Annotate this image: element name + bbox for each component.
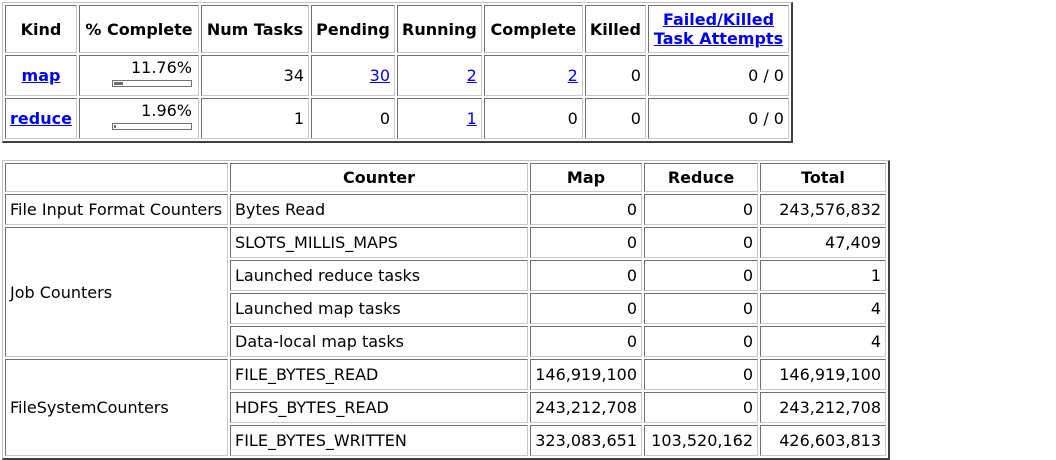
counters-table: Counter Map Reduce Total File Input Form… [2,160,890,460]
header-counter: Counter [230,163,528,192]
complete-link[interactable]: 2 [568,66,578,85]
pct-complete-text: 1.96% [141,101,192,120]
pending-cell: 30 [311,55,395,96]
counter-map-value: 146,919,100 [530,359,642,390]
counter-map-value: 323,083,651 [530,425,642,456]
pct-complete-text: 11.76% [130,58,192,77]
progress-bar-fill [114,125,116,128]
counter-reduce-value: 0 [644,326,758,357]
running-link[interactable]: 1 [467,109,477,128]
counter-total-value: 4 [760,326,886,357]
failed-killed-cell: 0 / 0 [647,98,789,139]
counter-row: Job Counters SLOTS_MILLIS_MAPS 0 0 47,40… [5,227,886,357]
header-group [5,163,228,192]
counter-name: SLOTS_MILLIS_MAPS [230,227,528,258]
counter-map-value: 0 [530,293,642,324]
header-pct-complete: % Complete [79,5,199,53]
reduce-kind-link[interactable]: reduce [10,109,72,128]
counter-row: File Input Format Counters Bytes Read 0 … [5,194,886,225]
running-cell: 2 [397,55,482,96]
pct-complete-cell: 11.76% [79,55,199,96]
counter-reduce-value: 0 [644,227,758,258]
counter-reduce-value: 0 [644,359,758,390]
kind-cell: reduce [5,98,77,139]
progress-bar [112,80,192,87]
progress-bar [112,123,192,130]
counter-name: Bytes Read [230,194,528,225]
header-map: Map [530,163,642,192]
counter-name: FILE_BYTES_READ [230,359,528,390]
num-tasks-cell: 1 [201,98,309,139]
counter-reduce-value: 0 [644,293,758,324]
counter-map-value: 0 [530,260,642,291]
num-tasks-cell: 34 [201,55,309,96]
counter-name: Launched map tasks [230,293,528,324]
counter-reduce-value: 0 [644,260,758,291]
header-killed: Killed [584,5,646,53]
failed-killed-label-line2: Task Attempts [653,29,784,48]
counter-name: Launched reduce tasks [230,260,528,291]
header-complete: Complete [483,5,583,53]
failed-killed-label-line1: Failed/Killed [662,10,775,29]
counter-map-value: 0 [530,326,642,357]
counter-row: FileSystemCounters FILE_BYTES_READ 146,9… [5,359,886,456]
header-pending: Pending [311,5,395,53]
counter-group-name: Job Counters [5,227,228,357]
pct-complete-cell: 1.96% [79,98,199,139]
counter-total-value: 47,409 [760,227,886,258]
header-running: Running [397,5,482,53]
header-total: Total [760,163,886,192]
counter-group-name: File Input Format Counters [5,194,228,225]
map-kind-link[interactable]: map [22,66,61,85]
header-num-tasks: Num Tasks [201,5,309,53]
counter-map-value: 243,212,708 [530,392,642,423]
counter-map-value: 0 [530,194,642,225]
tasks-summary-table: Kind % Complete Num Tasks Pending Runnin… [2,2,793,143]
header-failed-killed-attempts: Failed/Killed Task Attempts [647,5,789,53]
progress-bar-fill [114,82,123,85]
counter-total-value: 243,212,708 [760,392,886,423]
pending-link[interactable]: 30 [370,66,390,85]
counter-name: Data-local map tasks [230,326,528,357]
counter-group-name: FileSystemCounters [5,359,228,456]
counter-reduce-value: 0 [644,194,758,225]
counter-total-value: 243,576,832 [760,194,886,225]
failed-killed-cell: 0 / 0 [647,55,789,96]
counter-map-value: 0 [530,227,642,258]
failed-killed-attempts-link[interactable]: Failed/Killed Task Attempts [654,10,783,48]
running-cell: 1 [397,98,482,139]
tasks-header-row: Kind % Complete Num Tasks Pending Runnin… [5,5,789,53]
header-reduce: Reduce [644,163,758,192]
header-kind: Kind [5,5,77,53]
running-link[interactable]: 2 [467,66,477,85]
counter-total-value: 4 [760,293,886,324]
counter-name: FILE_BYTES_WRITTEN [230,425,528,456]
counter-reduce-value: 103,520,162 [644,425,758,456]
counter-total-value: 1 [760,260,886,291]
counter-total-value: 146,919,100 [760,359,886,390]
counter-name: HDFS_BYTES_READ [230,392,528,423]
killed-cell: 0 [584,98,646,139]
counter-reduce-value: 0 [644,392,758,423]
complete-cell: 0 [483,98,583,139]
counters-header-row: Counter Map Reduce Total [5,163,886,192]
killed-cell: 0 [584,55,646,96]
task-row-reduce: reduce 1.96% 1 0 1 0 0 0 / 0 [5,98,789,139]
task-row-map: map 11.76% 34 30 2 2 0 0 / 0 [5,55,789,96]
kind-cell: map [5,55,77,96]
complete-cell: 2 [483,55,583,96]
pending-cell: 0 [311,98,395,139]
counter-total-value: 426,603,813 [760,425,886,456]
